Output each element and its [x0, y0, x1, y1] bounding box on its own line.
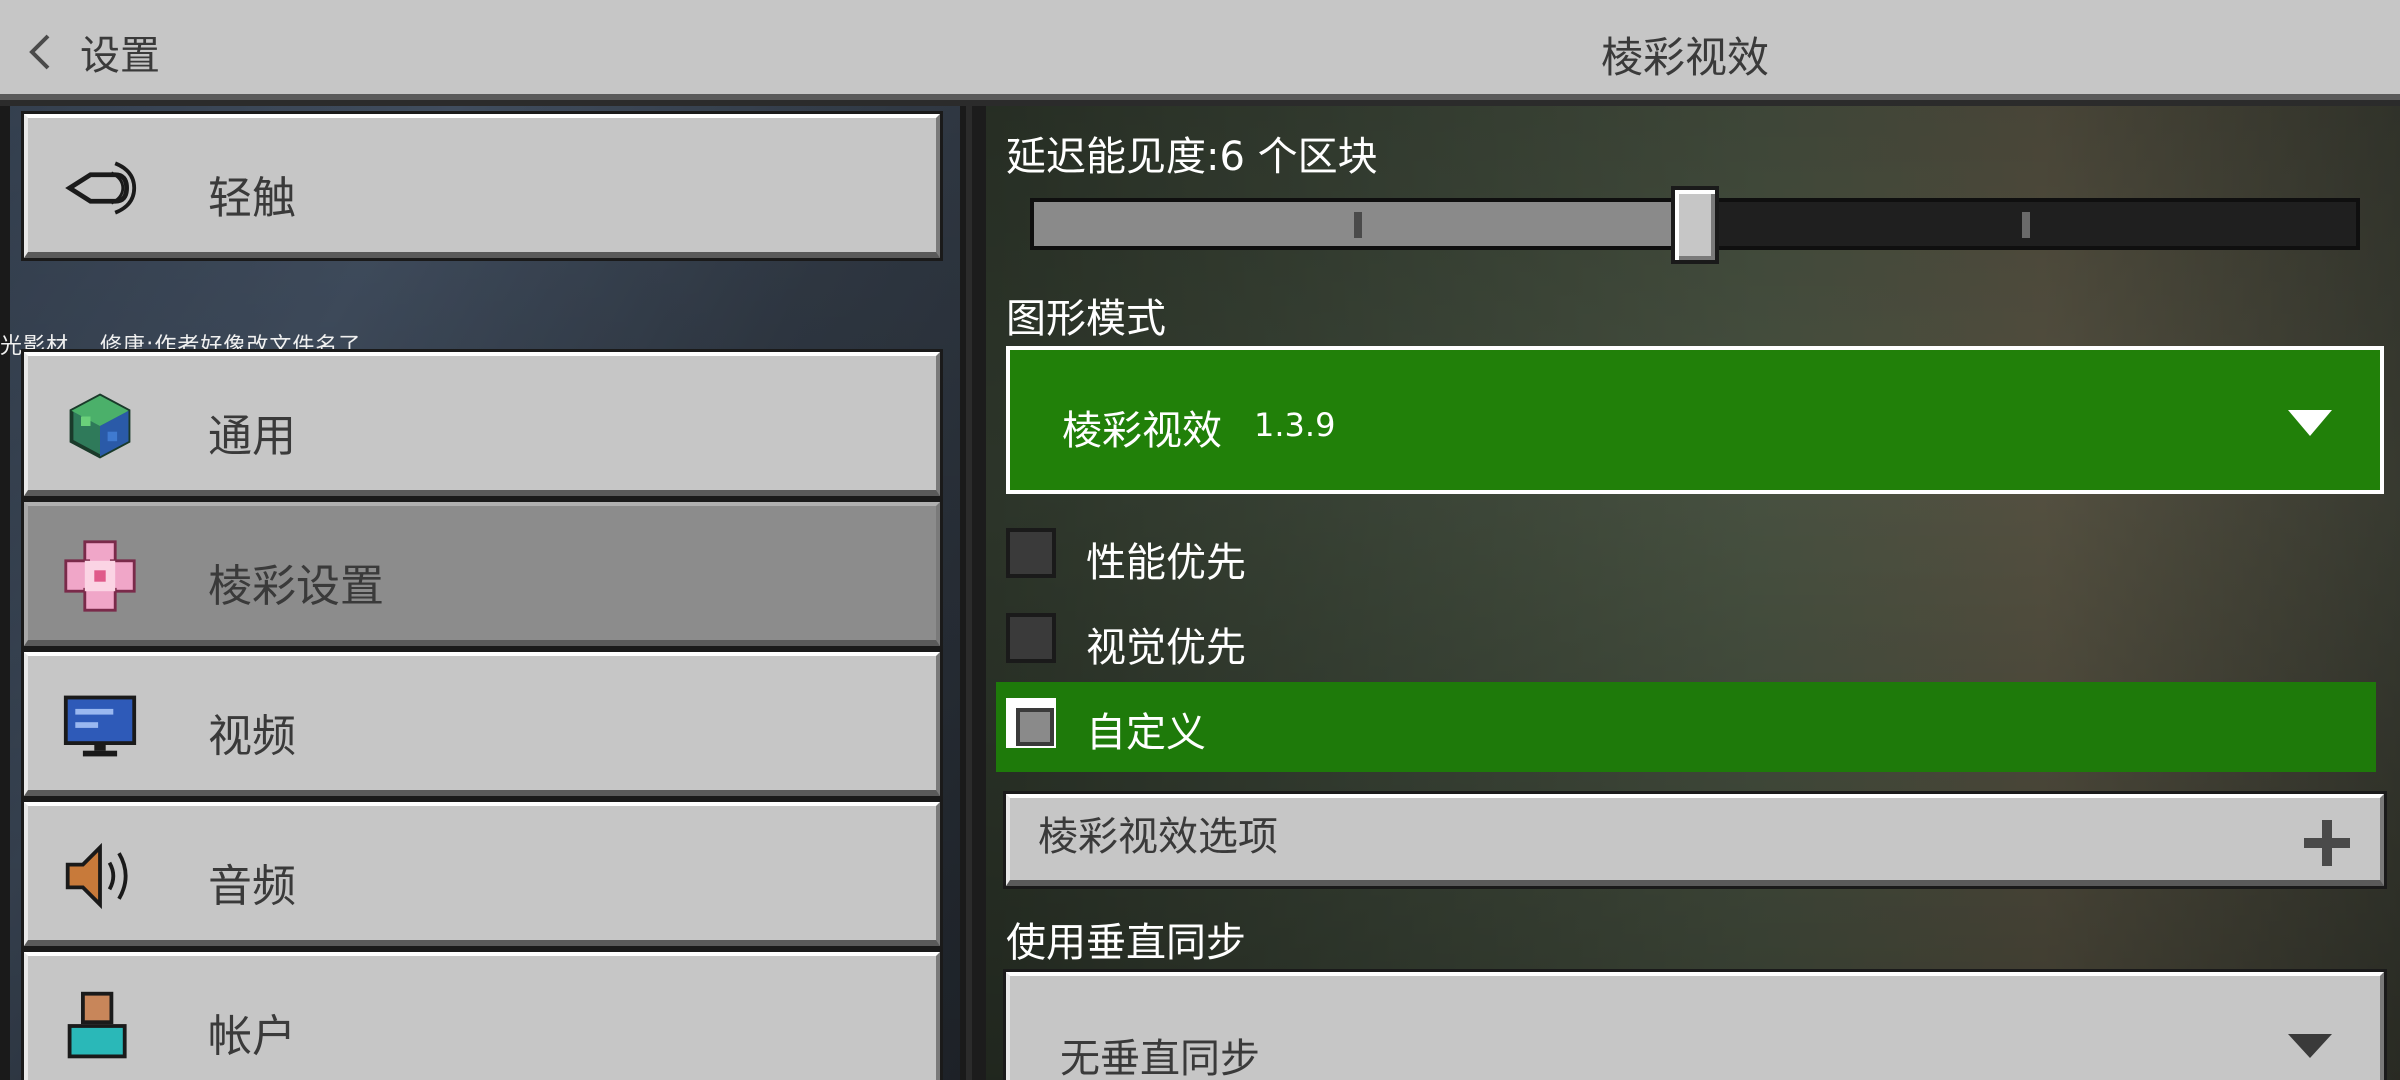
slider-tick — [2022, 212, 2030, 238]
sidebar-item-label: 轻触 — [208, 173, 296, 224]
page-title: 棱彩视效 — [1600, 33, 1769, 82]
sidebar-item-account[interactable]: 帐户 — [21, 949, 943, 1080]
sidebar-item-label: 音频 — [208, 861, 296, 912]
vsync-dropdown[interactable]: 无垂直同步 — [1003, 969, 2387, 1080]
vsync-label: 使用垂直同步 — [1006, 920, 1246, 966]
graphics-mode-value: 棱彩视效 — [1062, 408, 1222, 454]
sidebar-item-label: 棱彩设置 — [208, 561, 384, 612]
checkbox-icon — [1006, 698, 1056, 748]
content-edge — [972, 106, 986, 1080]
render-distance-label: 延迟能见度:6 个区块 — [1006, 134, 1378, 180]
graphics-mode-version: 1.3.9 — [1254, 406, 1336, 444]
touch-hand-icon — [65, 161, 137, 215]
sidebar-item-label: 视频 — [208, 711, 296, 762]
globe-cube-icon — [69, 393, 131, 459]
account-person-icon — [67, 991, 127, 1059]
checkbox-icon — [1006, 613, 1056, 663]
speaker-icon — [65, 842, 128, 910]
chevron-left-icon — [29, 34, 50, 70]
prism-options-expander[interactable]: 棱彩视效选项 — [1003, 791, 2387, 889]
sidebar: 轻触 光影材… 修唐:作者好像改文件名了 通用 通用 棱彩设置 — [0, 106, 966, 1080]
checkbox-label: 自定义 — [1086, 710, 1206, 756]
expander-label: 棱彩视效选项 — [1038, 814, 1278, 860]
top-header: 设置 棱彩视效 — [0, 0, 2400, 100]
slider-handle[interactable] — [1671, 186, 1719, 264]
sidebar-item-video[interactable]: 视频 — [21, 649, 943, 799]
vsync-value: 无垂直同步 — [1060, 1036, 1260, 1080]
graphics-mode-label: 图形模式 — [1006, 296, 1166, 342]
pink-flower-icon — [64, 540, 136, 612]
graphics-mode-dropdown[interactable]: 棱彩视效 1.3.9 — [1006, 346, 2384, 494]
back-button[interactable]: 设置 — [26, 22, 160, 82]
preset-custom-checkbox[interactable]: 自定义 — [996, 682, 2376, 772]
sidebar-item-touch[interactable]: 轻触 — [21, 111, 943, 261]
chevron-down-icon — [2288, 1034, 2332, 1058]
preset-visual-checkbox[interactable]: 视觉优先 — [996, 597, 2376, 687]
sidebar-item-label: 帐户 — [208, 1011, 296, 1062]
plus-icon — [2304, 820, 2350, 866]
sidebar-edge — [0, 106, 10, 1080]
back-label: 设置 — [80, 33, 160, 79]
checkbox-label: 视觉优先 — [1086, 625, 1246, 671]
slider-tick — [1354, 212, 1362, 238]
checkbox-label: 性能优先 — [1086, 540, 1246, 586]
preset-performance-checkbox[interactable]: 性能优先 — [996, 512, 2376, 602]
sidebar-item-audio[interactable]: 音频 — [21, 799, 943, 949]
monitor-icon — [63, 695, 137, 757]
chevron-down-icon — [2288, 410, 2332, 436]
sidebar-item-prism-settings[interactable]: 棱彩设置 — [21, 499, 943, 649]
slider-fill — [1034, 202, 1695, 246]
checkbox-icon — [1006, 528, 1056, 578]
sidebar-item-general[interactable]: 通用 — [21, 349, 943, 499]
sidebar-item-label: 通用 — [208, 411, 296, 462]
